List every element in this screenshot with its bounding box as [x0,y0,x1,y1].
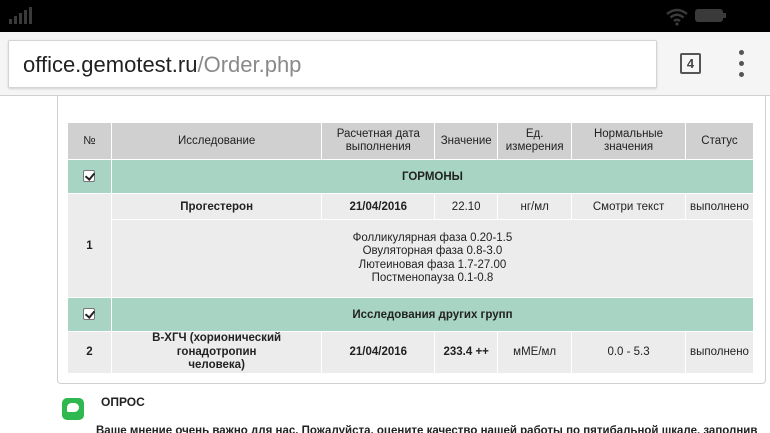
results-table: № Исследование Расчетная дата выполнения … [67,122,755,374]
test-unit: нг/мл [497,193,573,220]
battery-icon [695,9,726,22]
test-value: 233.4 ++ [434,331,499,374]
status-bar [0,0,770,32]
test-date: 21/04/2016 [321,331,436,374]
group-checkbox-cell[interactable] [67,297,112,332]
table-header-row: № Исследование Расчетная дата выполнения … [67,122,755,160]
test-value: 22.10 [434,193,499,220]
header-normal: Нормальные значения [571,122,686,160]
test-normal: 0.0 - 5.3 [571,331,686,374]
url-text[interactable]: office.gemotest.ru/Order.php [23,53,301,77]
header-date: Расчетная дата выполнения [321,122,436,160]
url-host: office.gemotest.ru [23,52,198,77]
browser-toolbar: office.gemotest.ru/Order.php 4 [0,32,770,96]
note-line: Фолликулярная фаза 0.20-1.5 [352,231,513,244]
group-title: Исследования других групп [110,297,755,332]
header-num: № [67,122,112,160]
header-unit: Ед. измерения [497,122,573,160]
table-row: 1 Прогестерон 21/04/2016 22.10 нг/мл Смо… [67,193,755,298]
reference-note: Фолликулярная фаза 0.20-1.5 Овуляторная … [110,219,755,298]
group-title: ГОРМОНЫ [110,159,755,194]
row-number: 1 [67,193,112,298]
test-status: выполнено [684,331,755,374]
note-line: Овуляторная фаза 0.8-3.0 [362,245,503,257]
reference-note-row: Фолликулярная фаза 0.20-1.5 Овуляторная … [68,219,755,298]
tab-switcher-button[interactable]: 4 [680,53,701,74]
survey-chat-icon [62,398,84,420]
test-status: выполнено [684,193,755,220]
header-study: Исследование [110,122,323,160]
survey-title: ОПРОС [101,395,145,409]
group-checkbox[interactable] [83,308,96,321]
note-line: Лютеиновая фаза 1.7-27.00 [358,258,507,271]
test-unit: мМЕ/мл [497,331,573,374]
test-normal: Смотри текст [571,193,686,220]
wifi-icon [666,8,688,26]
group-checkbox[interactable] [83,170,96,183]
header-status: Статус [684,122,755,160]
group-row-other: Исследования других групп [67,297,755,332]
header-value: Значение [434,122,499,160]
group-checkbox-cell[interactable] [67,159,112,194]
row-number: 2 [67,331,112,374]
test-name: Прогестерон [110,193,323,220]
test-name: В-ХГЧ (хорионический гонадотропин человек… [110,331,323,374]
survey-text: Ваше мнение очень важно для нас. Пожалуй… [96,425,758,433]
test-date: 21/04/2016 [321,193,436,220]
table-row: 2 В-ХГЧ (хорионический гонадотропин челов… [67,331,755,374]
signal-strength-icon [9,7,32,24]
overflow-menu-icon[interactable] [734,50,750,78]
group-row-hormones: ГОРМОНЫ [67,159,755,194]
url-path: /Order.php [197,52,302,77]
address-bar[interactable]: office.gemotest.ru/Order.php [8,40,657,88]
note-line: Постменопауза 0.1-0.8 [371,272,494,284]
